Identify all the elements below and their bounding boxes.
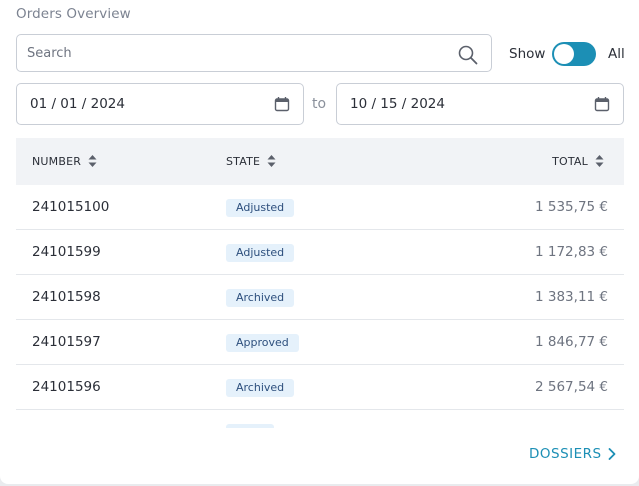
dossiers-link-label: DOSSIERS <box>529 446 602 462</box>
table-row[interactable]: 24101596 Archived 2 567,54 € <box>16 365 624 410</box>
date-from-value: 01 / 01 / 2024 <box>30 96 125 112</box>
table-row[interactable]: 241015100 Adjusted 1 535,75 € <box>16 185 624 230</box>
calendar-icon[interactable] <box>274 96 290 112</box>
show-all-toggle[interactable] <box>552 42 596 66</box>
sort-icon[interactable] <box>595 154 604 168</box>
search-icon[interactable] <box>457 44 479 66</box>
order-total: 1 172,83 € <box>535 244 608 260</box>
column-header-number[interactable]: NUMBER <box>32 154 97 168</box>
table-row[interactable] <box>16 410 624 428</box>
orders-overview-card: Orders Overview Search Show All 01 / 01 … <box>0 0 639 484</box>
page-title: Orders Overview <box>16 6 131 22</box>
order-number: 24101596 <box>32 379 101 395</box>
status-badge: Adjusted <box>226 244 295 262</box>
toggle-show-label: Show <box>509 46 546 62</box>
chevron-right-icon <box>608 448 616 460</box>
order-total: 2 567,54 € <box>535 379 608 395</box>
status-badge <box>226 424 274 428</box>
date-to-field[interactable]: 10 / 15 / 2024 <box>336 83 624 125</box>
column-header-label: NUMBER <box>32 154 82 168</box>
status-badge: Approved <box>226 334 299 352</box>
search-placeholder: Search <box>27 46 72 61</box>
order-number: 24101599 <box>32 244 101 260</box>
column-header-state[interactable]: STATE <box>226 154 276 168</box>
table-row[interactable]: 24101599 Adjusted 1 172,83 € <box>16 230 624 275</box>
date-to-value: 10 / 15 / 2024 <box>350 96 445 112</box>
toggle-knob <box>554 44 574 64</box>
orders-table-body[interactable]: 241015100 Adjusted 1 535,75 € 24101599 A… <box>16 185 624 428</box>
column-header-label: TOTAL <box>552 154 588 168</box>
column-header-total[interactable]: TOTAL <box>552 154 604 168</box>
status-badge: Adjusted <box>226 199 295 217</box>
calendar-icon[interactable] <box>594 96 610 112</box>
search-input[interactable]: Search <box>16 34 492 72</box>
table-row[interactable]: 24101597 Approved 1 846,77 € <box>16 320 624 365</box>
table-header: NUMBER STATE TOTAL <box>16 138 624 185</box>
order-total: 1 383,11 € <box>535 289 608 305</box>
sort-icon[interactable] <box>88 154 97 168</box>
dossiers-link[interactable]: DOSSIERS <box>529 446 616 462</box>
order-number: 24101597 <box>32 334 101 350</box>
order-number: 24101598 <box>32 289 101 305</box>
date-range-separator: to <box>312 96 327 112</box>
sort-icon[interactable] <box>267 154 276 168</box>
order-number: 241015100 <box>32 199 110 215</box>
column-header-label: STATE <box>226 154 261 168</box>
toggle-all-label: All <box>608 46 625 62</box>
date-from-field[interactable]: 01 / 01 / 2024 <box>16 83 304 125</box>
order-total: 1 846,77 € <box>535 334 608 350</box>
status-badge: Archived <box>226 289 295 307</box>
table-row[interactable]: 24101598 Archived 1 383,11 € <box>16 275 624 320</box>
status-badge: Archived <box>226 379 295 397</box>
order-total: 1 535,75 € <box>535 199 608 215</box>
